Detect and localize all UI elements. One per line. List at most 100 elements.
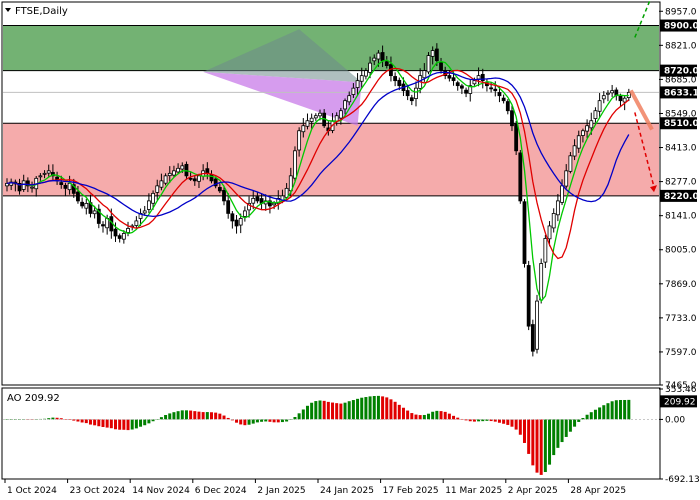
ao-bar <box>410 413 414 420</box>
ao-bar <box>427 413 431 420</box>
y-tick-label: 7869.0 <box>665 280 697 290</box>
candle-body <box>142 210 147 214</box>
candle-body <box>238 218 243 226</box>
candle-body <box>318 112 322 117</box>
candle-body <box>42 172 47 175</box>
ao-bar <box>164 415 168 420</box>
ao-bar <box>401 407 405 420</box>
candle-body <box>197 175 201 182</box>
ao-bar <box>93 419 97 426</box>
ao-bar <box>176 411 180 420</box>
x-tick-label: 23 Oct 2024 <box>70 486 126 496</box>
ao-bar <box>439 411 443 420</box>
ao-bar <box>84 419 88 424</box>
ao-bar <box>122 419 126 430</box>
candle-body <box>101 224 105 227</box>
candle-body <box>505 101 510 112</box>
ao-bar <box>585 414 589 420</box>
ao-bar <box>114 419 118 430</box>
ao-bar <box>376 395 380 420</box>
candle-body <box>242 210 247 217</box>
candle-body <box>59 182 64 186</box>
ao-bar <box>539 419 543 475</box>
candle-body <box>230 213 235 222</box>
ao-bar <box>385 397 389 420</box>
candle-body <box>222 189 226 202</box>
candle-body <box>518 152 523 202</box>
candle-body <box>63 184 68 189</box>
ao-bar <box>239 419 243 425</box>
candle-body <box>234 219 239 227</box>
candle-body <box>535 300 539 350</box>
candle-body <box>309 117 314 122</box>
ao-bar <box>318 400 322 420</box>
ao-bar <box>105 419 109 428</box>
ao-bar <box>297 413 301 420</box>
candle-body <box>313 115 318 119</box>
ao-bar <box>552 419 556 456</box>
ao-bar <box>101 419 105 427</box>
candle-body <box>451 77 456 82</box>
candle-body <box>163 175 168 184</box>
ao-bar <box>172 412 176 420</box>
ao-bar <box>510 419 514 427</box>
candle-body <box>364 70 368 77</box>
candle-body <box>121 233 126 240</box>
ao-bar <box>497 419 501 423</box>
candle-body <box>376 52 381 60</box>
candle-body <box>497 92 502 97</box>
candle-body <box>543 238 548 263</box>
ao-bar <box>168 413 172 420</box>
y-tick-label: 8685.0 <box>665 75 697 85</box>
candle-body <box>489 87 494 90</box>
ao-bar <box>335 403 339 420</box>
ao-bar <box>143 419 147 426</box>
candle-body <box>414 87 418 99</box>
ao-bar <box>389 399 393 420</box>
candle-body <box>347 95 352 103</box>
candle-body <box>126 228 130 233</box>
candle-body <box>434 48 439 62</box>
candle-body <box>167 172 172 177</box>
y-tick-label: 8005.0 <box>665 246 697 256</box>
ao-bar <box>147 419 151 424</box>
ao-bar <box>126 419 130 431</box>
ao-bar <box>130 419 134 430</box>
candle-body <box>117 235 122 239</box>
x-tick-label: 14 Nov 2024 <box>132 486 190 496</box>
candle-body <box>209 174 214 182</box>
ao-bar <box>364 397 368 420</box>
y-tick-label: 8821.0 <box>665 41 697 51</box>
x-tick-label: 28 Apr 2025 <box>570 486 626 496</box>
candle-body <box>576 135 581 149</box>
ao-bar <box>514 419 518 430</box>
candle-body <box>355 80 360 88</box>
y-tick-label: 7597.0 <box>665 348 697 358</box>
ao-bar <box>310 402 314 420</box>
ao-bar <box>247 419 251 425</box>
ao-bar <box>447 413 451 420</box>
candle-body <box>601 95 606 100</box>
candle-body <box>568 155 573 172</box>
ao-bar <box>614 400 618 420</box>
ao-bar <box>372 396 376 420</box>
ao-bar <box>251 419 255 424</box>
candle-body <box>368 62 372 73</box>
ao-bar <box>627 399 631 420</box>
candle-body <box>522 201 527 264</box>
candle-body <box>92 210 97 215</box>
candle-body <box>455 82 460 87</box>
ao-label: AO 209.92 <box>7 393 60 404</box>
candle-body <box>380 52 385 62</box>
candle-body <box>464 89 468 94</box>
candle-body <box>217 187 222 192</box>
ao-bar <box>301 409 305 420</box>
y-tick-label: 8277.0 <box>665 178 697 188</box>
ao-bar <box>618 399 622 420</box>
x-tick-label: 6 Dec 2024 <box>195 486 247 496</box>
candle-body <box>293 150 297 179</box>
zone-support <box>3 123 659 196</box>
ao-bar <box>535 419 539 473</box>
candle-body <box>76 191 80 202</box>
ao-bar <box>397 404 401 420</box>
